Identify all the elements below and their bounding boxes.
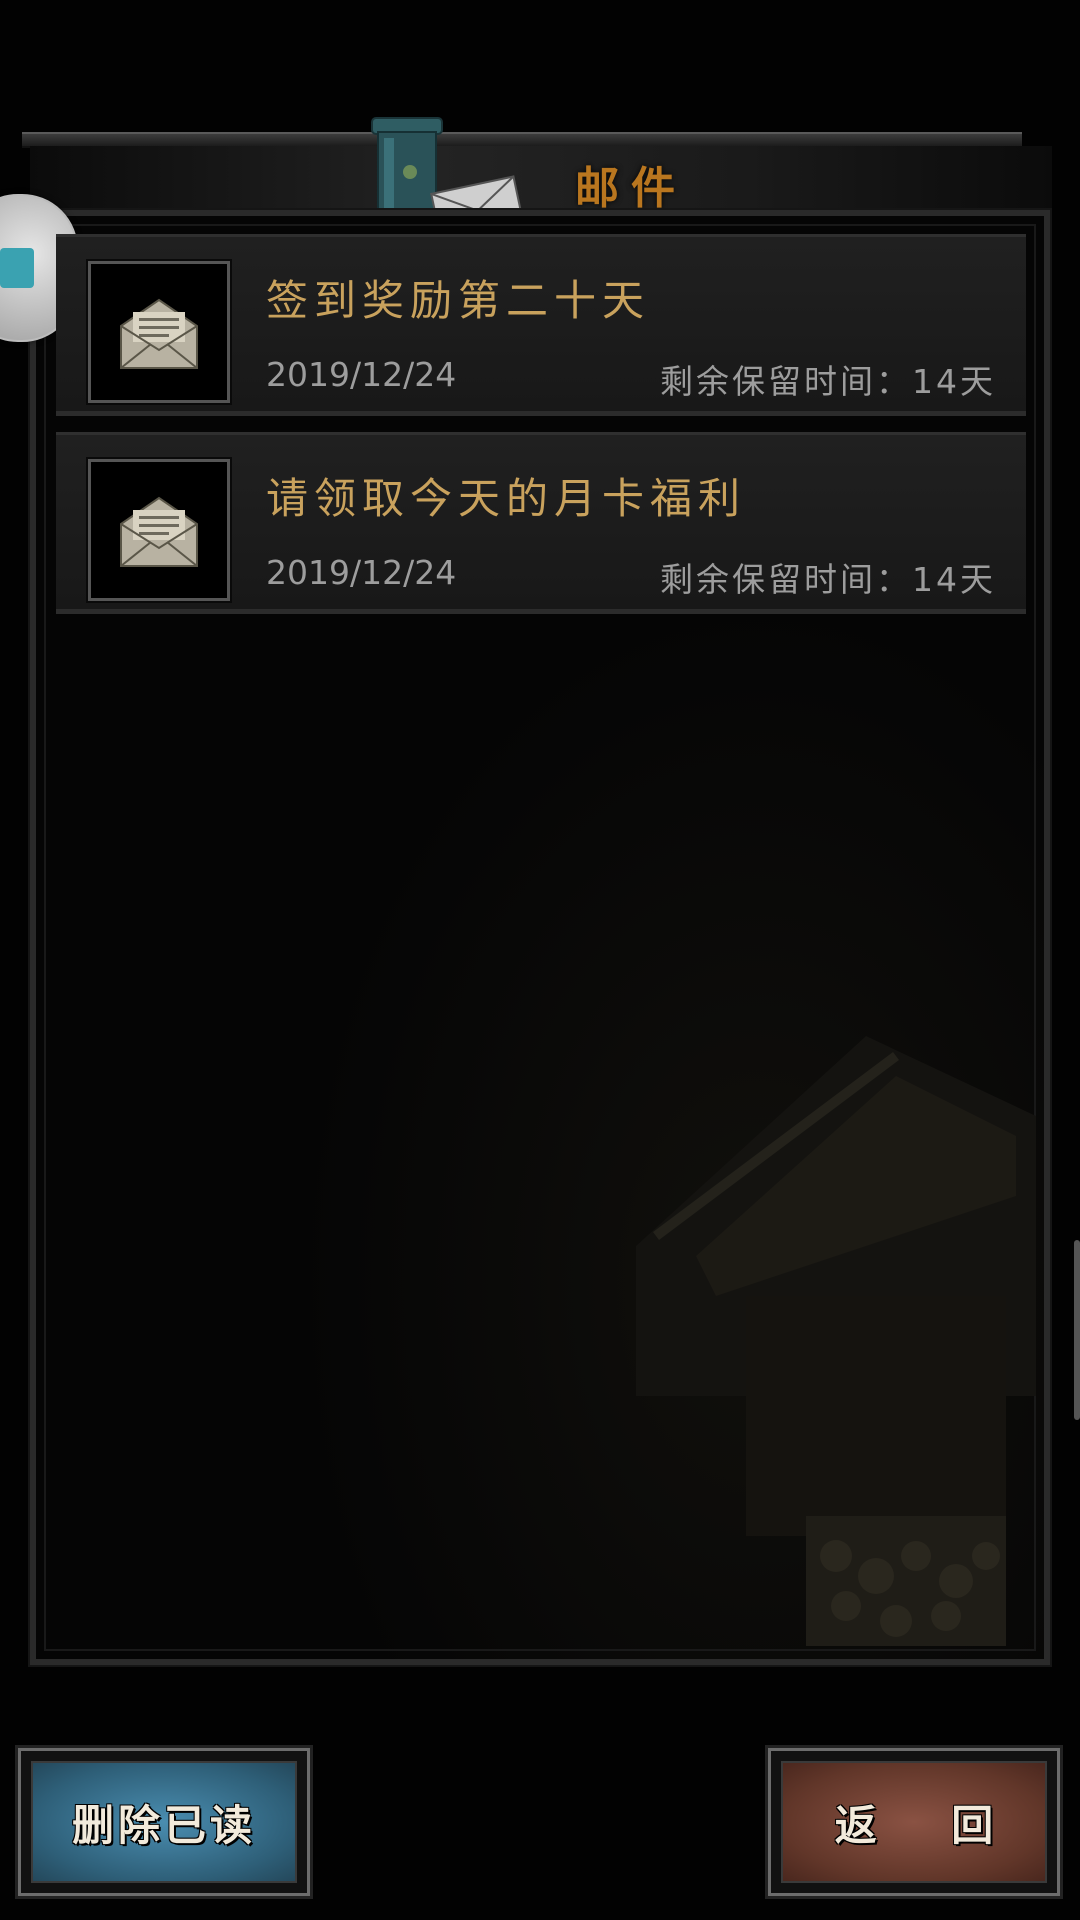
mail-retention-time: 剩余保留时间：14天 [660, 362, 996, 401]
delete-read-button-face: 删除已读 [31, 1761, 297, 1883]
back-button-face: 返 回 [781, 1761, 1047, 1883]
mail-item[interactable]: 请领取今天的月卡福利 2019/12/24 剩余保留时间：14天 [56, 432, 1026, 614]
back-button[interactable]: 返 回 [765, 1745, 1063, 1899]
mail-list-panel [28, 208, 1052, 1667]
mail-item[interactable]: 签到奖励第二十天 2019/12/24 剩余保留时间：14天 [56, 234, 1026, 416]
edge-scroll-indicator [1074, 1240, 1080, 1420]
mail-title: 签到奖励第二十天 [266, 276, 651, 325]
mail-icon-frame [86, 259, 232, 405]
mail-screen: 邮件 签到奖励第二十天 2019/12/24 剩余保留时间：14天 请领取今天的… [0, 0, 1080, 1920]
mail-icon-frame [86, 457, 232, 603]
mail-title: 请领取今天的月卡福利 [266, 474, 747, 523]
mail-date: 2019/12/24 [266, 553, 457, 592]
open-envelope-icon [120, 298, 198, 369]
delete-read-label: 删除已读 [71, 1800, 256, 1850]
background-house-illustration [636, 1036, 1036, 1646]
page-title: 邮件 [575, 163, 687, 214]
open-envelope-icon [120, 496, 198, 567]
back-label: 返 回 [834, 1800, 1024, 1850]
mail-date: 2019/12/24 [266, 355, 457, 394]
delete-read-button[interactable]: 删除已读 [15, 1745, 313, 1899]
assistant-bubble-icon [0, 248, 34, 288]
header-band [30, 146, 1052, 208]
mail-retention-time: 剩余保留时间：14天 [660, 560, 996, 599]
